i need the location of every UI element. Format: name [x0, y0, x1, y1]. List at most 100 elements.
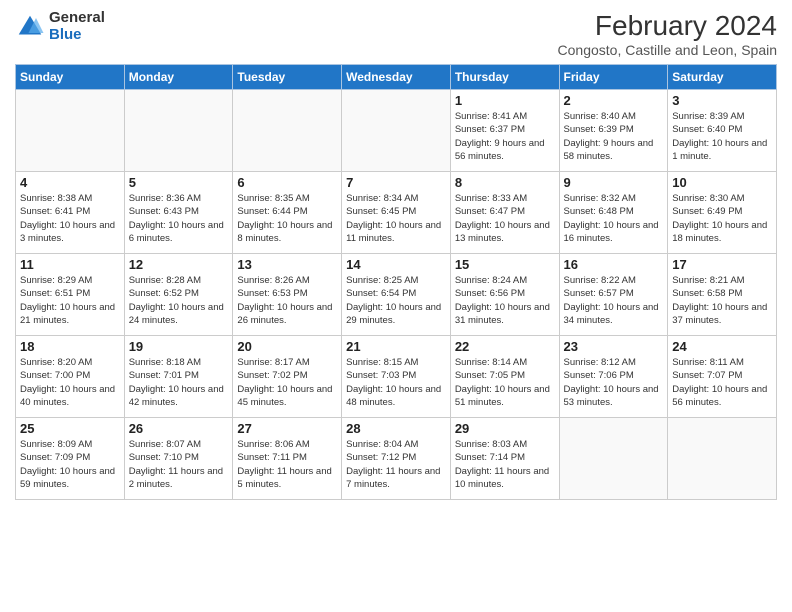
- day-info: Sunrise: 8:22 AM Sunset: 6:57 PM Dayligh…: [564, 274, 664, 327]
- calendar-cell: 5Sunrise: 8:36 AM Sunset: 6:43 PM Daylig…: [124, 172, 233, 254]
- day-number: 25: [20, 421, 120, 436]
- calendar-week-row: 18 Sunrise: 8:20 AM Sunset: 7:00 PM Dayli…: [16, 336, 777, 418]
- day-info: Sunrise: 8:20 AM Sunset: 7:00 PM Dayligh…: [20, 356, 120, 409]
- day-number: 27: [237, 421, 337, 436]
- day-info: Sunrise: 8:18 AM Sunset: 7:01 PM Dayligh…: [129, 356, 229, 409]
- day-info: Sunrise: 8:12 AM Sunset: 7:06 PM Dayligh…: [564, 356, 664, 409]
- calendar-cell: [124, 90, 233, 172]
- day-info: Sunrise: 8:32 AM Sunset: 6:48 PM Dayligh…: [564, 192, 664, 245]
- calendar-week-row: 1 Sunrise: 8:41 AM Sunset: 6:37 PM Daylig…: [16, 90, 777, 172]
- calendar-cell: 22 Sunrise: 8:14 AM Sunset: 7:05 PM Dayli…: [450, 336, 559, 418]
- calendar-cell: 4Sunrise: 8:38 AM Sunset: 6:41 PM Daylig…: [16, 172, 125, 254]
- calendar: SundayMondayTuesdayWednesdayThursdayFrid…: [15, 64, 777, 500]
- calendar-cell: [16, 90, 125, 172]
- header: General Blue February 2024 Congosto, Cas…: [15, 10, 777, 58]
- calendar-week-row: 4Sunrise: 8:38 AM Sunset: 6:41 PM Daylig…: [16, 172, 777, 254]
- calendar-week-row: 11 Sunrise: 8:29 AM Sunset: 6:51 PM Dayli…: [16, 254, 777, 336]
- calendar-cell: 3 Sunrise: 8:39 AM Sunset: 6:40 PM Daylig…: [668, 90, 777, 172]
- day-info: Sunrise: 8:28 AM Sunset: 6:52 PM Dayligh…: [129, 274, 229, 327]
- calendar-cell: 7 Sunrise: 8:34 AM Sunset: 6:45 PM Daylig…: [342, 172, 451, 254]
- logo-text: General Blue: [49, 10, 105, 43]
- day-number: 13: [237, 257, 337, 272]
- calendar-cell: 13 Sunrise: 8:26 AM Sunset: 6:53 PM Dayli…: [233, 254, 342, 336]
- calendar-cell: 10Sunrise: 8:30 AM Sunset: 6:49 PM Dayli…: [668, 172, 777, 254]
- logo-general: General: [49, 10, 105, 27]
- weekday-header: Friday: [559, 65, 668, 90]
- calendar-cell: 8Sunrise: 8:33 AM Sunset: 6:47 PM Daylig…: [450, 172, 559, 254]
- day-info: Sunrise: 8:36 AM Sunset: 6:43 PM Dayligh…: [129, 192, 229, 245]
- day-number: 20: [237, 339, 337, 354]
- day-number: 19: [129, 339, 229, 354]
- day-number: 1: [455, 93, 555, 108]
- weekday-header: Tuesday: [233, 65, 342, 90]
- day-number: 9: [564, 175, 664, 190]
- day-info: Sunrise: 8:14 AM Sunset: 7:05 PM Dayligh…: [455, 356, 555, 409]
- calendar-cell: [668, 418, 777, 500]
- day-number: 28: [346, 421, 446, 436]
- calendar-cell: [342, 90, 451, 172]
- day-number: 29: [455, 421, 555, 436]
- subtitle: Congosto, Castille and Leon, Spain: [558, 42, 777, 58]
- day-info: Sunrise: 8:40 AM Sunset: 6:39 PM Dayligh…: [564, 110, 664, 163]
- calendar-cell: 1 Sunrise: 8:41 AM Sunset: 6:37 PM Daylig…: [450, 90, 559, 172]
- calendar-cell: 23 Sunrise: 8:12 AM Sunset: 7:06 PM Dayli…: [559, 336, 668, 418]
- day-number: 11: [20, 257, 120, 272]
- weekday-header: Wednesday: [342, 65, 451, 90]
- day-info: Sunrise: 8:17 AM Sunset: 7:02 PM Dayligh…: [237, 356, 337, 409]
- day-info: Sunrise: 8:21 AM Sunset: 6:58 PM Dayligh…: [672, 274, 772, 327]
- day-info: Sunrise: 8:06 AM Sunset: 7:11 PM Dayligh…: [237, 438, 337, 491]
- calendar-cell: 19 Sunrise: 8:18 AM Sunset: 7:01 PM Dayli…: [124, 336, 233, 418]
- day-number: 3: [672, 93, 772, 108]
- logo-blue: Blue: [49, 27, 105, 44]
- weekday-header-row: SundayMondayTuesdayWednesdayThursdayFrid…: [16, 65, 777, 90]
- day-number: 23: [564, 339, 664, 354]
- weekday-header: Thursday: [450, 65, 559, 90]
- day-info: Sunrise: 8:38 AM Sunset: 6:41 PM Dayligh…: [20, 192, 120, 245]
- day-info: Sunrise: 8:03 AM Sunset: 7:14 PM Dayligh…: [455, 438, 555, 491]
- calendar-cell: 17Sunrise: 8:21 AM Sunset: 6:58 PM Dayli…: [668, 254, 777, 336]
- calendar-cell: 9 Sunrise: 8:32 AM Sunset: 6:48 PM Daylig…: [559, 172, 668, 254]
- day-number: 22: [455, 339, 555, 354]
- day-info: Sunrise: 8:24 AM Sunset: 6:56 PM Dayligh…: [455, 274, 555, 327]
- page: General Blue February 2024 Congosto, Cas…: [0, 0, 792, 612]
- calendar-cell: 6 Sunrise: 8:35 AM Sunset: 6:44 PM Daylig…: [233, 172, 342, 254]
- calendar-cell: 15 Sunrise: 8:24 AM Sunset: 6:56 PM Dayli…: [450, 254, 559, 336]
- calendar-cell: 18 Sunrise: 8:20 AM Sunset: 7:00 PM Dayli…: [16, 336, 125, 418]
- day-info: Sunrise: 8:25 AM Sunset: 6:54 PM Dayligh…: [346, 274, 446, 327]
- day-number: 26: [129, 421, 229, 436]
- calendar-cell: [559, 418, 668, 500]
- day-info: Sunrise: 8:04 AM Sunset: 7:12 PM Dayligh…: [346, 438, 446, 491]
- day-number: 6: [237, 175, 337, 190]
- day-info: Sunrise: 8:29 AM Sunset: 6:51 PM Dayligh…: [20, 274, 120, 327]
- calendar-cell: 12 Sunrise: 8:28 AM Sunset: 6:52 PM Dayli…: [124, 254, 233, 336]
- day-number: 12: [129, 257, 229, 272]
- day-info: Sunrise: 8:34 AM Sunset: 6:45 PM Dayligh…: [346, 192, 446, 245]
- calendar-cell: 26 Sunrise: 8:07 AM Sunset: 7:10 PM Dayli…: [124, 418, 233, 500]
- day-info: Sunrise: 8:11 AM Sunset: 7:07 PM Dayligh…: [672, 356, 772, 409]
- title-block: February 2024 Congosto, Castille and Leo…: [558, 10, 777, 58]
- weekday-header: Sunday: [16, 65, 125, 90]
- day-number: 7: [346, 175, 446, 190]
- day-number: 15: [455, 257, 555, 272]
- day-number: 18: [20, 339, 120, 354]
- day-number: 24: [672, 339, 772, 354]
- day-info: Sunrise: 8:07 AM Sunset: 7:10 PM Dayligh…: [129, 438, 229, 491]
- calendar-cell: 28 Sunrise: 8:04 AM Sunset: 7:12 PM Dayli…: [342, 418, 451, 500]
- weekday-header: Monday: [124, 65, 233, 90]
- day-info: Sunrise: 8:35 AM Sunset: 6:44 PM Dayligh…: [237, 192, 337, 245]
- day-number: 8: [455, 175, 555, 190]
- logo-icon: [15, 12, 45, 42]
- weekday-header: Saturday: [668, 65, 777, 90]
- day-info: Sunrise: 8:41 AM Sunset: 6:37 PM Dayligh…: [455, 110, 555, 163]
- calendar-cell: 14 Sunrise: 8:25 AM Sunset: 6:54 PM Dayli…: [342, 254, 451, 336]
- logo: General Blue: [15, 10, 105, 43]
- day-info: Sunrise: 8:15 AM Sunset: 7:03 PM Dayligh…: [346, 356, 446, 409]
- day-number: 14: [346, 257, 446, 272]
- day-info: Sunrise: 8:26 AM Sunset: 6:53 PM Dayligh…: [237, 274, 337, 327]
- day-info: Sunrise: 8:09 AM Sunset: 7:09 PM Dayligh…: [20, 438, 120, 491]
- calendar-week-row: 25 Sunrise: 8:09 AM Sunset: 7:09 PM Dayli…: [16, 418, 777, 500]
- day-info: Sunrise: 8:39 AM Sunset: 6:40 PM Dayligh…: [672, 110, 772, 163]
- day-number: 2: [564, 93, 664, 108]
- day-info: Sunrise: 8:30 AM Sunset: 6:49 PM Dayligh…: [672, 192, 772, 245]
- day-number: 21: [346, 339, 446, 354]
